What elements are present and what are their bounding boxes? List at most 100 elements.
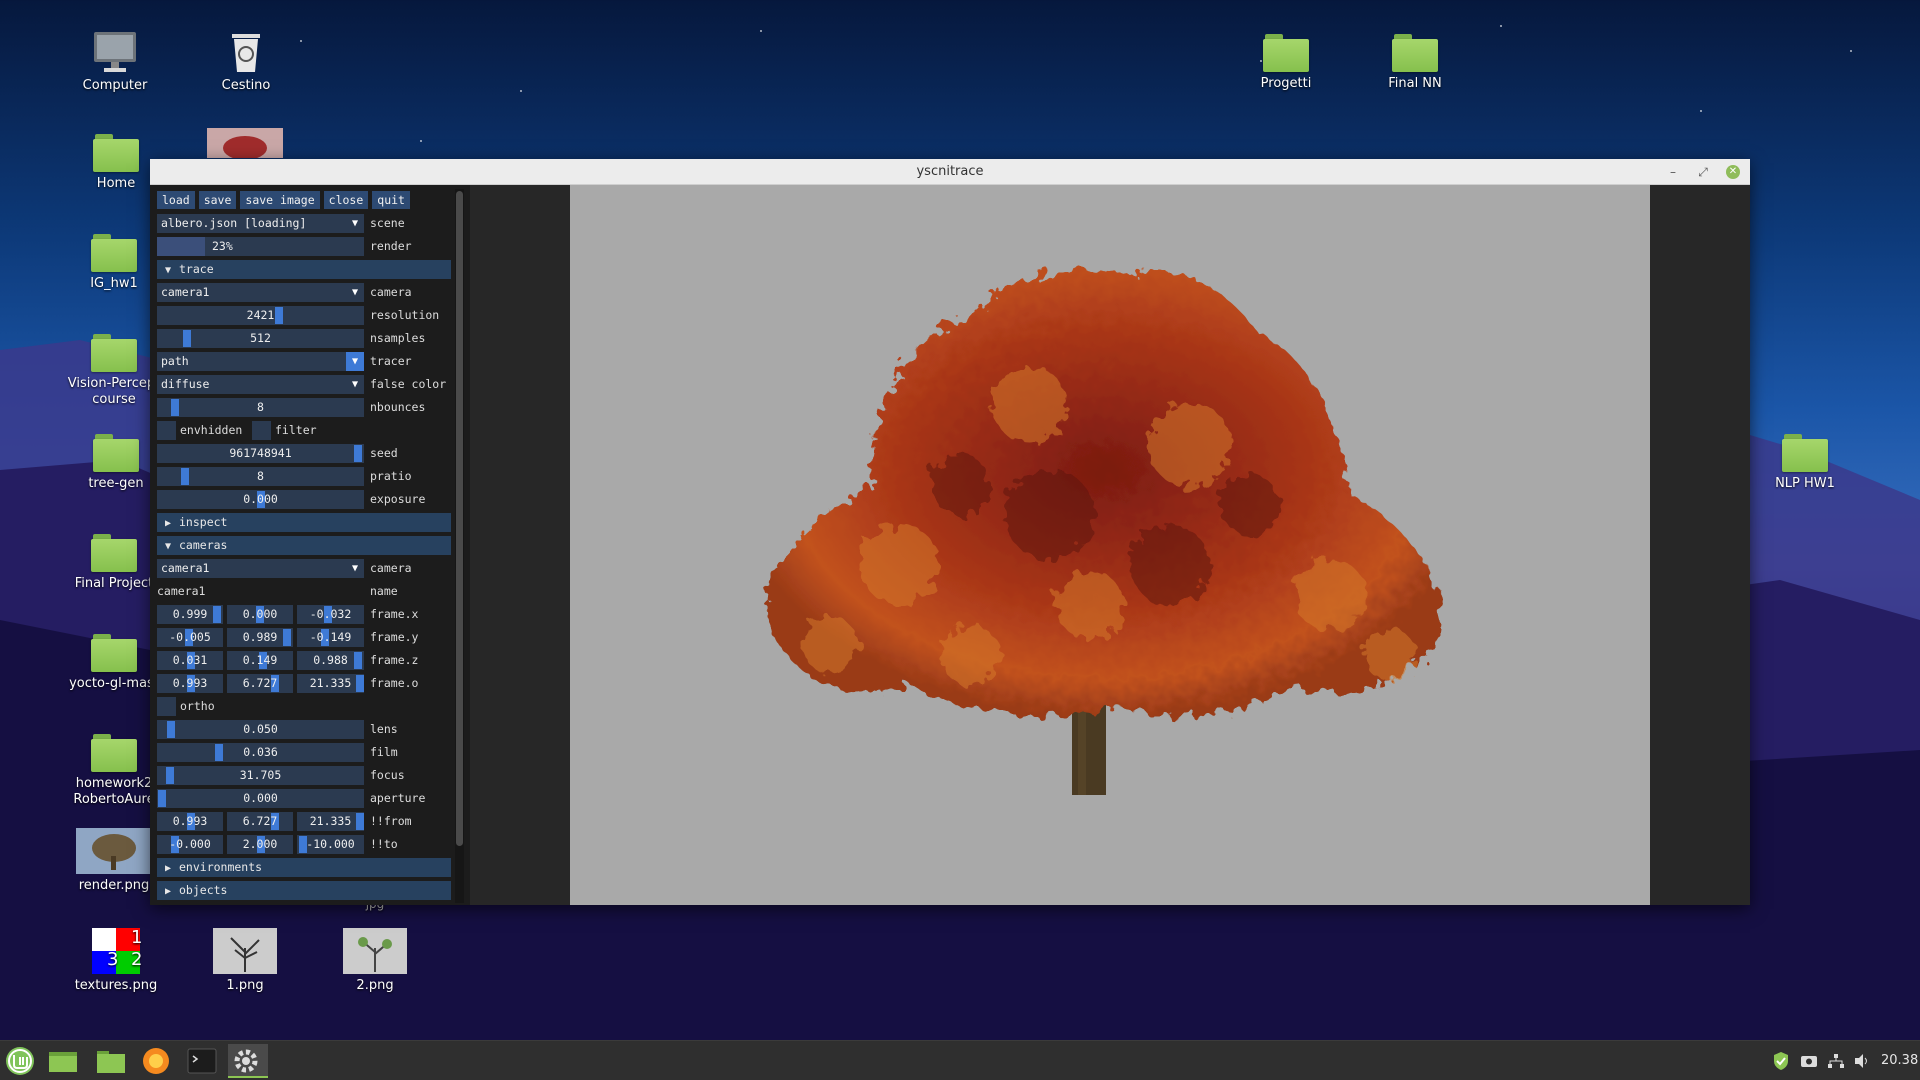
exposure-slider[interactable]: 0.000	[157, 490, 364, 509]
cameras-section-header[interactable]: ▼ cameras	[157, 536, 451, 555]
slider-knob[interactable]	[356, 675, 364, 692]
cameras-camera-select[interactable]: camera1 ▼	[157, 559, 364, 578]
ortho-checkbox[interactable]	[157, 697, 176, 716]
desktop-icon-computer[interactable]: Computer	[60, 30, 170, 94]
frame-z-1[interactable]: 0.149	[227, 651, 293, 670]
environments-section-header[interactable]: ▶ environments	[157, 858, 451, 877]
minimize-icon[interactable]: –	[1662, 159, 1684, 185]
slider-knob[interactable]	[215, 744, 223, 761]
taskbar-files[interactable]	[92, 1044, 132, 1078]
film-slider[interactable]: 0.036	[157, 743, 364, 762]
slider-knob[interactable]	[183, 330, 191, 347]
focus-slider[interactable]: 31.705	[157, 766, 364, 785]
shield-icon[interactable]	[1772, 1041, 1790, 1080]
load-button[interactable]: load	[157, 191, 195, 209]
desktop-file-1png[interactable]: 1.png	[190, 928, 300, 994]
frame-x-1[interactable]: 0.000	[227, 605, 293, 624]
render-image[interactable]	[570, 185, 1650, 905]
trace-camera-select[interactable]: camera1 ▼	[157, 283, 364, 302]
camera-name-value[interactable]: camera1	[157, 582, 364, 601]
scene-select[interactable]: albero.json [loading] ▼	[157, 214, 364, 233]
inspect-section-header[interactable]: ▶ inspect	[157, 513, 451, 532]
slider-knob[interactable]	[171, 399, 179, 416]
frame-y-0[interactable]: -0.005	[157, 628, 223, 647]
texture-digit: 2	[131, 949, 143, 970]
frame-o-1[interactable]: 6.727	[227, 674, 293, 693]
desktop-thumbnail-partial[interactable]	[190, 128, 300, 158]
frame-z-2[interactable]: 0.988	[297, 651, 364, 670]
texture-digit: 1	[131, 927, 143, 948]
frame-z-0[interactable]: 0.031	[157, 651, 223, 670]
frame-z-1-value: 0.149	[242, 653, 278, 667]
slider-knob[interactable]	[356, 813, 364, 830]
lens-slider[interactable]: 0.050	[157, 720, 364, 739]
taskbar-firefox[interactable]	[138, 1044, 178, 1078]
slider-knob[interactable]	[354, 445, 362, 462]
close-button[interactable]: close	[323, 191, 369, 209]
from-0[interactable]: 0.993	[157, 812, 223, 831]
resolution-slider[interactable]: 2421	[157, 306, 364, 325]
nbounces-slider[interactable]: 8	[157, 398, 364, 417]
pratio-label: pratio	[370, 469, 412, 483]
desktop-folder-final-nn[interactable]: Final NN	[1360, 34, 1470, 92]
save-image-button[interactable]: save image	[240, 191, 320, 209]
frame-y-1[interactable]: 0.989	[227, 628, 293, 647]
to-1[interactable]: 2.000	[227, 835, 293, 854]
scene-value: albero.json [loading]	[161, 216, 307, 230]
render-viewport[interactable]	[470, 185, 1750, 905]
aperture-slider[interactable]: 0.000	[157, 789, 364, 808]
panel-scrollbar[interactable]	[455, 189, 464, 903]
to-0[interactable]: -0.000	[157, 835, 223, 854]
filter-checkbox[interactable]	[252, 421, 271, 440]
desktop-folder-progetti[interactable]: Progetti	[1231, 34, 1341, 92]
slider-knob[interactable]	[213, 606, 221, 623]
slider-knob[interactable]	[283, 629, 291, 646]
taskbar-terminal[interactable]	[184, 1044, 224, 1078]
dropdown-arrow-icon: ▼	[351, 563, 359, 574]
window-titlebar[interactable]: yscnitrace – ⤢ ✕	[150, 159, 1750, 185]
close-icon[interactable]: ✕	[1726, 165, 1740, 179]
frame-o-2[interactable]: 21.335	[297, 674, 364, 693]
save-button[interactable]: save	[198, 191, 237, 209]
frame-y-2[interactable]: -0.149	[297, 628, 364, 647]
taskbar-show-desktop[interactable]	[44, 1044, 84, 1078]
envhidden-checkbox[interactable]	[157, 421, 176, 440]
menu-button[interactable]	[2, 1044, 42, 1078]
desktop-file-textures[interactable]: 1 3 2 textures.png	[61, 928, 171, 994]
from-2-value: 21.335	[309, 814, 352, 828]
pratio-slider[interactable]: 8	[157, 467, 364, 486]
dropdown-arrow-icon: ▼	[351, 218, 359, 229]
frame-o-0[interactable]: 0.993	[157, 674, 223, 693]
slider-knob[interactable]	[181, 468, 189, 485]
seed-slider[interactable]: 961748941	[157, 444, 364, 463]
scrollbar-thumb[interactable]	[456, 191, 463, 846]
clock[interactable]: 20.38	[1881, 1041, 1918, 1080]
desktop-file-2png[interactable]: 2.png	[320, 928, 430, 994]
slider-knob[interactable]	[166, 767, 174, 784]
desktop-icon-trash[interactable]: Cestino	[191, 30, 301, 94]
frame-x-0[interactable]: 0.999	[157, 605, 223, 624]
taskbar-yscnitrace-active[interactable]	[228, 1044, 268, 1078]
false-color-select[interactable]: diffuse ▼	[157, 375, 364, 394]
quit-button[interactable]: quit	[372, 191, 410, 209]
filter-label: filter	[275, 423, 317, 437]
slider-knob[interactable]	[167, 721, 175, 738]
to-2[interactable]: -10.000	[297, 835, 364, 854]
network-icon[interactable]	[1827, 1041, 1845, 1080]
frame-x-2[interactable]: -0.032	[297, 605, 364, 624]
from-1[interactable]: 6.727	[227, 812, 293, 831]
trace-section-header[interactable]: ▼ trace	[157, 260, 451, 279]
desktop-folder-nlp-hw1[interactable]: NLP HW1	[1750, 434, 1860, 492]
frame-o-label: frame.o	[370, 676, 419, 690]
nsamples-slider[interactable]: 512	[157, 329, 364, 348]
objects-section-header[interactable]: ▶ objects	[157, 881, 451, 900]
slider-knob[interactable]	[275, 307, 283, 324]
screenshot-icon[interactable]	[1800, 1041, 1818, 1080]
computer-icon	[94, 32, 136, 72]
volume-icon[interactable]	[1853, 1041, 1871, 1080]
from-2[interactable]: 21.335	[297, 812, 364, 831]
slider-knob[interactable]	[158, 790, 166, 807]
slider-knob[interactable]	[354, 652, 362, 669]
tracer-select[interactable]: path ▼	[157, 352, 364, 371]
maximize-icon[interactable]: ⤢	[1692, 159, 1714, 185]
